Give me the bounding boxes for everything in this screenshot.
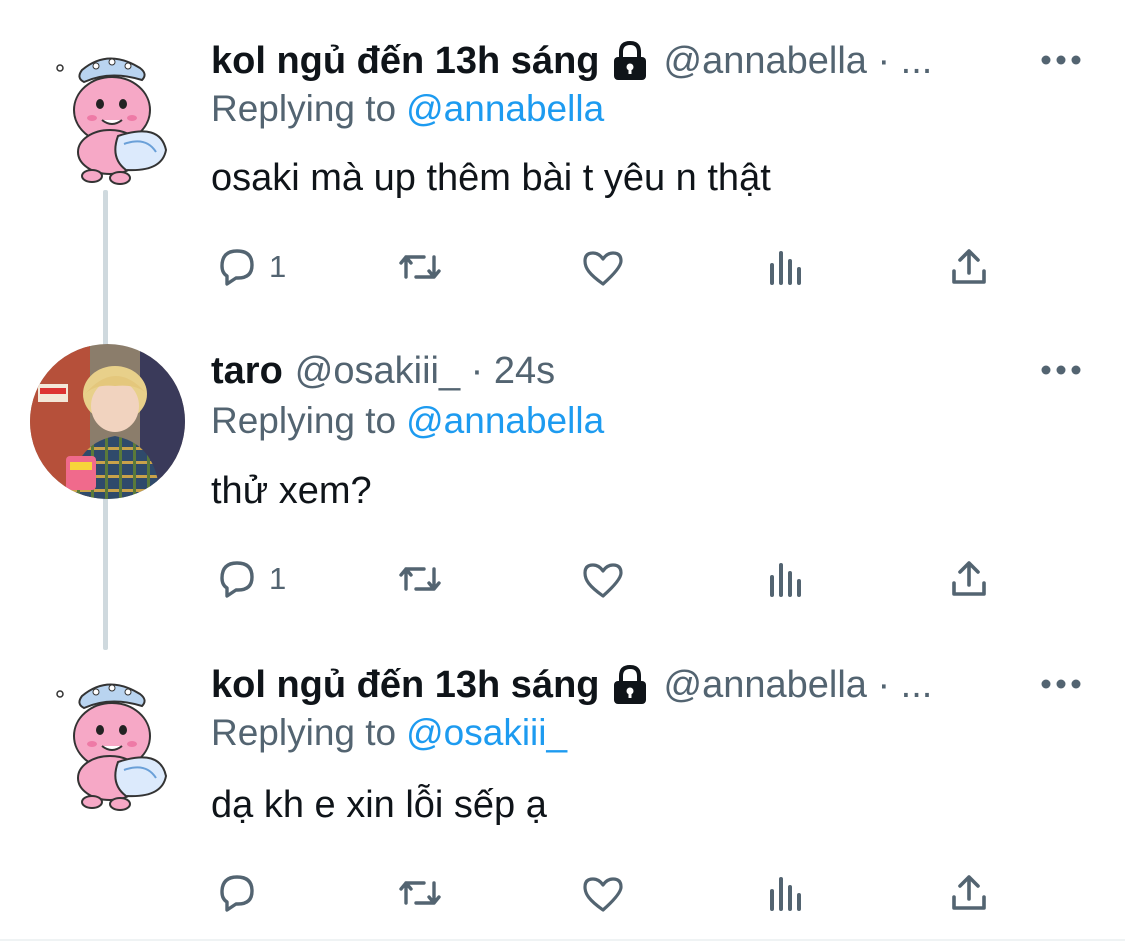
analytics-icon [770,251,801,285]
display-name[interactable]: kol ngủ đến 13h sáng [211,664,600,707]
avatar[interactable] [30,40,185,195]
mention-link[interactable]: @annabella [406,88,604,129]
replying-prefix: Replying to [211,88,397,129]
views-button[interactable] [762,554,810,604]
like-button[interactable] [579,868,627,918]
retweet-button[interactable] [396,868,444,918]
action-bar [211,868,1011,918]
analytics-icon [770,563,801,597]
tweet-header: kol ngủ đến 13h sáng @annabella · ... [211,660,1125,710]
reply-icon [220,875,254,912]
tweet-text: dạ kh e xin lỗi sếp ạ [211,784,547,826]
mention-link[interactable]: @osakiii_ [406,712,567,753]
tweet-text: osaki mà up thêm bài t yêu n thật [211,157,771,199]
analytics-icon [770,877,801,911]
like-button[interactable] [579,554,627,604]
lock-icon [610,40,650,82]
heart-icon [583,563,623,598]
divider [0,939,1125,941]
tweet-2[interactable]: taro @osakiii_ · 24s Replying to @annabel… [0,312,1125,630]
reply-icon [220,249,254,286]
replying-to: Replying to @annabella [211,400,604,442]
tweet-3[interactable]: kol ngủ đến 13h sáng @annabella · ... Re… [0,630,1125,939]
tweet-1[interactable]: kol ngủ đến 13h sáng @annabella · ... Re… [0,0,1125,312]
heart-icon [583,251,623,286]
replying-to: Replying to @annabella [211,88,604,130]
share-icon [952,875,986,910]
tweet-text: thử xem? [211,470,372,512]
more-icon[interactable] [1041,54,1081,66]
share-icon [952,561,986,596]
display-name[interactable]: taro [211,350,283,393]
retweet-button[interactable] [396,554,444,604]
heart-icon [583,877,623,912]
views-button[interactable] [762,868,810,918]
share-button[interactable] [945,554,993,604]
lock-icon [610,664,650,706]
more-icon[interactable] [1041,678,1081,690]
reply-button[interactable]: 1 [213,242,286,292]
retweet-icon [399,881,441,905]
retweet-icon [399,567,441,591]
display-name[interactable]: kol ngủ đến 13h sáng [211,40,600,83]
more-icon[interactable] [1041,364,1081,376]
share-icon [952,249,986,284]
handle[interactable]: @annabella · ... [664,664,933,707]
reply-button[interactable] [213,868,269,918]
share-button[interactable] [945,242,993,292]
reply-button[interactable]: 1 [213,554,286,604]
reply-icon [220,561,254,598]
replying-prefix: Replying to [211,712,397,753]
like-button[interactable] [579,242,627,292]
mention-link[interactable]: @annabella [406,400,604,441]
action-bar: 1 [211,242,1011,292]
handle[interactable]: @annabella · ... [664,40,933,83]
handle[interactable]: @osakiii_ · 24s [295,350,555,393]
views-button[interactable] [762,242,810,292]
avatar[interactable] [30,344,185,499]
replying-to: Replying to @osakiii_ [211,712,567,754]
share-button[interactable] [945,868,993,918]
reply-count: 1 [269,249,287,284]
retweet-button[interactable] [396,242,444,292]
replying-prefix: Replying to [211,400,397,441]
tweet-header: kol ngủ đến 13h sáng @annabella · ... [211,36,1125,86]
action-bar: 1 [211,554,1011,604]
reply-count: 1 [269,561,287,596]
retweet-icon [399,255,441,279]
tweet-header: taro @osakiii_ · 24s [211,346,1125,396]
avatar[interactable] [30,666,185,821]
